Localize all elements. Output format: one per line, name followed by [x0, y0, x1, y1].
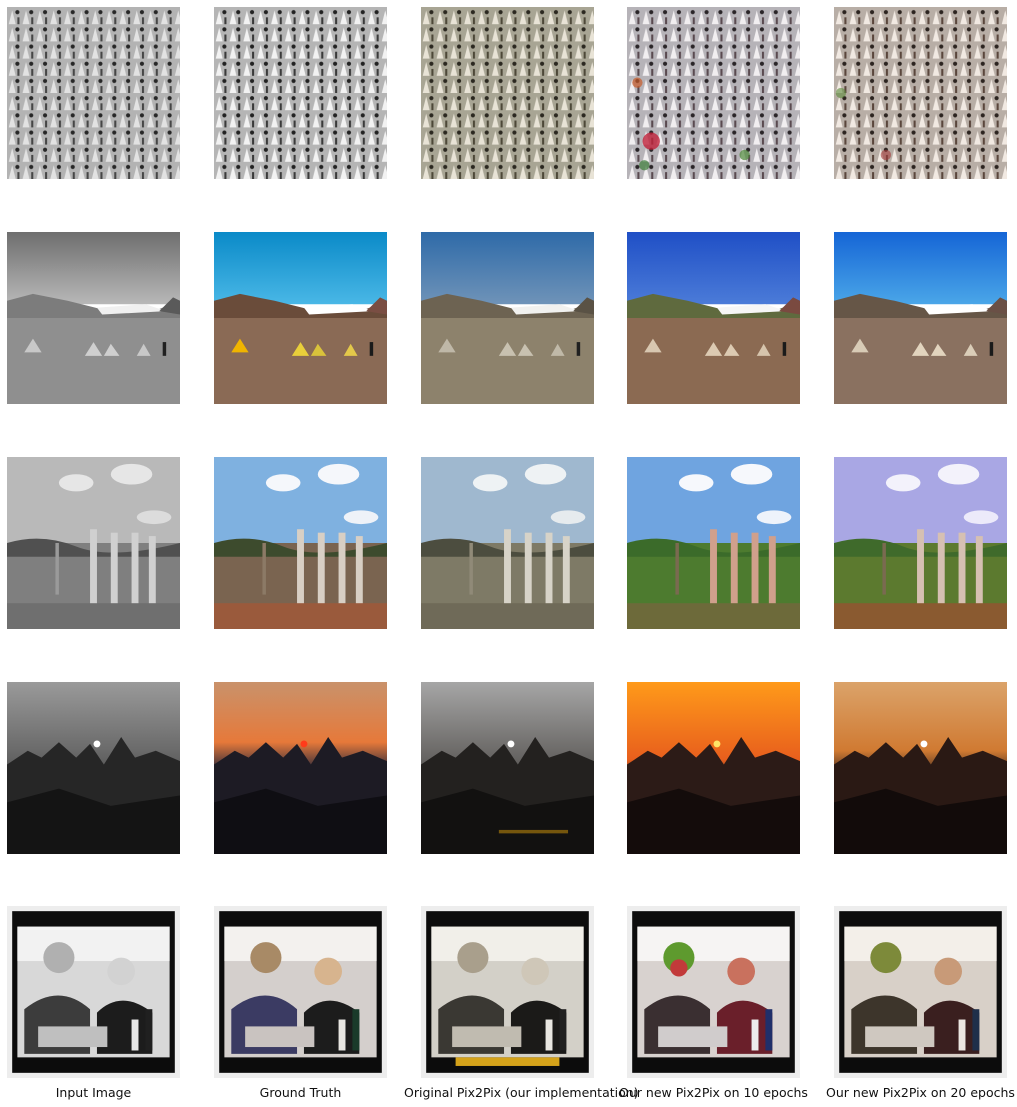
image-row2-original-pix2pix [421, 232, 594, 404]
image-row1-new-20-epochs [834, 7, 1007, 179]
image-row4-new-20-epochs [834, 682, 1007, 854]
image-row1-ground-truth [214, 7, 387, 179]
image-row4-input [7, 682, 180, 854]
image-row1-input [7, 7, 180, 179]
caption-new-pix2pix-10-epochs: Our new Pix2Pix on 10 epochs [619, 1085, 808, 1100]
image-row3-input [7, 457, 180, 629]
image-row2-input [7, 232, 180, 404]
image-row2-new-10-epochs [627, 232, 800, 404]
caption-original-pix2pix: Original Pix2Pix (our implementation) [404, 1085, 639, 1100]
image-row5-original-pix2pix [421, 906, 594, 1078]
image-row5-input [7, 906, 180, 1078]
image-row1-new-10-epochs [627, 7, 800, 179]
image-row3-new-20-epochs [834, 457, 1007, 629]
image-row4-original-pix2pix [421, 682, 594, 854]
image-row5-new-10-epochs [627, 906, 800, 1078]
image-row3-new-10-epochs [627, 457, 800, 629]
image-row3-original-pix2pix [421, 457, 594, 629]
caption-ground-truth: Ground Truth [259, 1085, 342, 1100]
image-row2-new-20-epochs [834, 232, 1007, 404]
image-row4-new-10-epochs [627, 682, 800, 854]
caption-input-image: Input Image [55, 1085, 132, 1100]
image-row5-ground-truth [214, 906, 387, 1078]
image-row2-ground-truth [214, 232, 387, 404]
caption-new-pix2pix-20-epochs: Our new Pix2Pix on 20 epochs [826, 1085, 1015, 1100]
image-row4-ground-truth [214, 682, 387, 854]
comparison-grid: Input Image Ground Truth Original Pix2Pi… [0, 0, 1017, 1107]
image-row3-ground-truth [214, 457, 387, 629]
image-row1-original-pix2pix [421, 7, 594, 179]
image-row5-new-20-epochs [834, 906, 1007, 1078]
